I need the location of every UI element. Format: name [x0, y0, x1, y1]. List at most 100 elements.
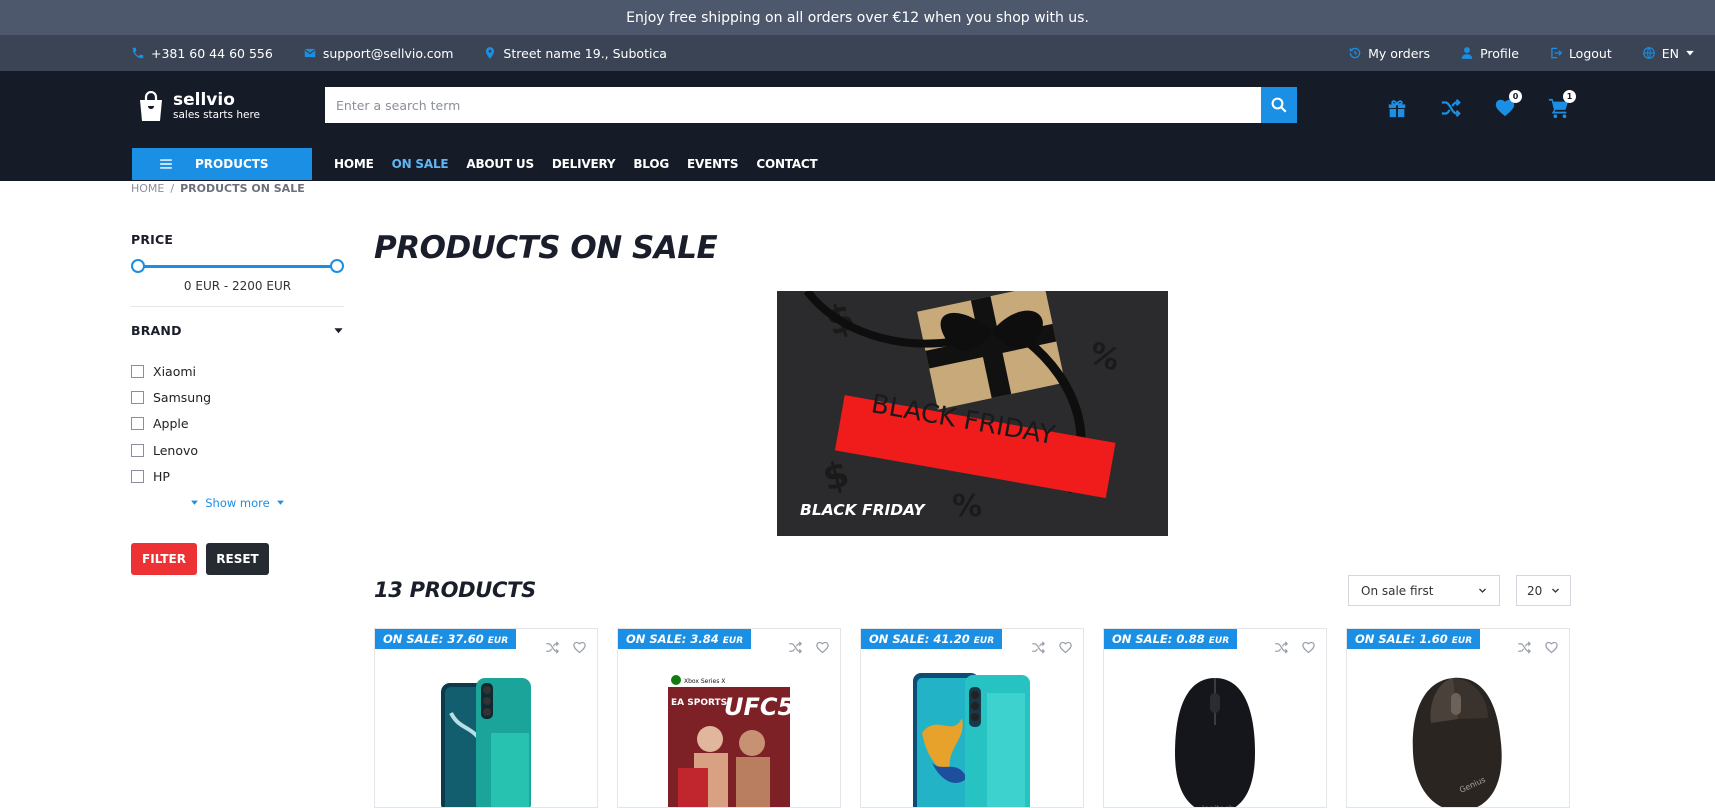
products-menu-button[interactable]: PRODUCTS — [132, 148, 312, 180]
reset-button[interactable]: RESET — [206, 542, 269, 575]
chevron-down-icon — [1479, 588, 1486, 593]
email-text: support@sellvio.com — [322, 45, 454, 61]
product-card[interactable]: ON SALE: 3.84 EUR Xbox Series X EA SPORT… — [617, 628, 841, 808]
breadcrumb-separator: / — [170, 182, 175, 195]
sale-currency: EUR — [1451, 636, 1473, 646]
brand-heading: BRAND — [131, 323, 182, 338]
contact-phone[interactable]: +381 60 44 60 556 — [131, 46, 273, 61]
shuffle-compare-icon — [1441, 98, 1461, 118]
product-grid: ON SALE: 37.60 EUR ON SALE: 3.84 EUR Xbo… — [374, 628, 1571, 808]
shuffle-compare-icon[interactable] — [1517, 640, 1532, 655]
heart-outline-icon[interactable] — [1058, 640, 1073, 655]
logout-link[interactable]: Logout — [1549, 46, 1612, 61]
heart-outline-icon[interactable] — [572, 640, 587, 655]
product-count: 13 PRODUCTS — [374, 578, 536, 602]
profile-link[interactable]: Profile — [1460, 46, 1519, 61]
wishlist-button[interactable]: 0 — [1478, 90, 1532, 123]
search-input[interactable] — [325, 87, 1261, 123]
nav-delivery[interactable]: DELIVERY — [552, 157, 616, 171]
shuffle-compare-icon[interactable] — [1031, 640, 1046, 655]
breadcrumb: HOME / PRODUCTS ON SALE — [131, 182, 305, 195]
breadcrumb-home[interactable]: HOME — [131, 182, 164, 195]
brand-option-apple[interactable]: Apple — [131, 411, 344, 437]
user-icon — [1461, 47, 1473, 59]
history-icon — [1349, 47, 1361, 59]
heart-outline-icon[interactable] — [1301, 640, 1316, 655]
location-pin-icon — [486, 47, 495, 59]
checkbox[interactable] — [131, 364, 144, 378]
filter-button[interactable]: FILTER — [131, 542, 197, 575]
gift-button[interactable] — [1370, 93, 1424, 123]
product-card[interactable]: ON SALE: 37.60 EUR — [374, 628, 598, 808]
product-card[interactable]: ON SALE: 1.60 EUR Genius — [1346, 628, 1570, 808]
product-card[interactable]: ON SALE: 41.20 EUR — [860, 628, 1084, 808]
shuffle-compare-icon[interactable] — [1274, 640, 1289, 655]
per-page-selected-value: 20 — [1527, 583, 1543, 598]
price-range-text: 0 EUR - 2200 EUR — [183, 279, 292, 293]
sort-select[interactable]: On sale first — [1348, 575, 1500, 606]
heart-outline-icon[interactable] — [815, 640, 830, 655]
compare-button[interactable] — [1424, 93, 1478, 123]
shuffle-compare-icon[interactable] — [788, 640, 803, 655]
brand-filter-header[interactable]: BRAND — [131, 323, 344, 338]
language-selector[interactable]: EN — [1642, 46, 1695, 61]
search-icon — [1271, 97, 1287, 113]
shuffle-compare-icon[interactable] — [545, 640, 560, 655]
checkbox[interactable] — [131, 470, 144, 484]
sale-currency: EUR — [722, 636, 744, 646]
brand-option-samsung[interactable]: Samsung — [131, 384, 344, 410]
brand-option-xiaomi[interactable]: Xiaomi — [131, 358, 344, 384]
show-more-label: Show more — [205, 495, 270, 510]
sale-currency: EUR — [973, 636, 995, 646]
nav-events[interactable]: EVENTS — [687, 157, 739, 171]
sale-badge: ON SALE: 1.60 EUR — [1347, 629, 1481, 649]
checkbox[interactable] — [131, 443, 144, 457]
per-page-select[interactable]: 20 — [1516, 575, 1571, 606]
main-menu: HOME ON SALE ABOUT US DELIVERY BLOG EVEN… — [334, 148, 818, 180]
hamburger-icon — [160, 159, 172, 169]
search-bar — [325, 87, 1297, 123]
svg-text:%: % — [952, 489, 982, 524]
product-card[interactable]: ON SALE: 0.88 EUR logitech — [1103, 628, 1327, 808]
nav-on-sale[interactable]: ON SALE — [392, 157, 449, 171]
header-icons: 0 1 — [1370, 90, 1586, 123]
brand-label: Xiaomi — [153, 363, 196, 379]
show-more-brands[interactable]: Show more — [131, 496, 344, 510]
announcement-text: Enjoy free shipping on all orders over €… — [626, 9, 1089, 26]
caret-down-icon — [276, 501, 284, 506]
phone-icon — [132, 47, 144, 59]
nav-contact[interactable]: CONTACT — [756, 157, 817, 171]
sale-label: ON SALE: 1.60 — [1355, 632, 1448, 646]
language-label: EN — [1661, 45, 1679, 61]
card-actions — [1517, 640, 1559, 655]
contact-email[interactable]: support@sellvio.com — [303, 45, 454, 61]
my-orders-link[interactable]: My orders — [1348, 46, 1430, 61]
card-actions — [545, 640, 587, 655]
globe-icon — [1642, 47, 1655, 59]
breadcrumb-current: PRODUCTS ON SALE — [180, 182, 305, 195]
cart-button[interactable]: 1 — [1532, 90, 1586, 123]
gift-icon — [1388, 100, 1406, 118]
cover-title-text: UFC5 — [724, 693, 790, 721]
price-slider-min-handle[interactable] — [131, 259, 145, 273]
wishlist-count-badge: 0 — [1509, 90, 1522, 103]
black-friday-banner[interactable]: $ % $ % BLACK FRIDAY BLACK FRIDAY — [777, 291, 1168, 536]
sort-selected-value: On sale first — [1361, 583, 1434, 598]
email-icon — [304, 48, 316, 58]
logout-label: Logout — [1568, 45, 1612, 61]
nav-home[interactable]: HOME — [334, 157, 374, 171]
contact-address[interactable]: Street name 19., Subotica — [483, 46, 667, 61]
price-slider[interactable] — [131, 259, 344, 273]
checkbox[interactable] — [131, 417, 144, 431]
logo[interactable]: sellvio sales starts here — [137, 91, 260, 123]
brand-option-lenovo[interactable]: Lenovo — [131, 437, 344, 463]
nav-about-us[interactable]: ABOUT US — [466, 157, 534, 171]
nav-blog[interactable]: BLOG — [633, 157, 669, 171]
checkbox[interactable] — [131, 391, 144, 405]
price-slider-max-handle[interactable] — [330, 259, 344, 273]
card-actions — [788, 640, 830, 655]
heart-outline-icon[interactable] — [1544, 640, 1559, 655]
search-button[interactable] — [1261, 87, 1297, 123]
sale-badge: ON SALE: 41.20 EUR — [861, 629, 1003, 649]
brand-option-hp[interactable]: HP — [131, 464, 344, 490]
